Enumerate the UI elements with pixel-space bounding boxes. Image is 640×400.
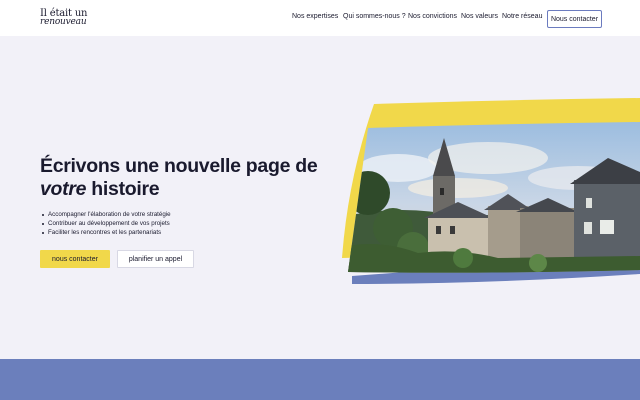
nav-item-expertises[interactable]: Nos expertises (292, 13, 343, 20)
nav-item-valeurs[interactable]: Nos valeurs (461, 13, 502, 20)
header-contact-button[interactable]: Nous contacter (547, 10, 602, 28)
nav-item-qui-sommes-nous[interactable]: Qui sommes-nous ? (343, 13, 408, 20)
main-nav: Nos expertises Qui sommes-nous ? Nos con… (292, 13, 544, 22)
nous-contacter-button[interactable]: nous contacter (40, 250, 110, 268)
hero-title-emphasis: votre (40, 178, 87, 200)
bullet-item: Accompagner l'élaboration de votre strat… (42, 210, 171, 219)
hero-title: Écrivons une nouvelle page de votre hist… (40, 155, 340, 201)
nav-item-convictions-label: Nos convictions (408, 13, 458, 20)
bullet-item: Contribuer au développement de vos proje… (42, 219, 171, 228)
site-logo[interactable]: Il était un renouveau (40, 9, 100, 27)
nav-item-reseau[interactable]: Notre réseau (502, 13, 544, 20)
hero-title-rest: histoire (86, 178, 160, 200)
hero-bullet-list: Accompagner l'élaboration de votre strat… (42, 210, 171, 237)
logo-line-2: renouveau (40, 17, 87, 27)
footer-band (0, 359, 640, 400)
nav-item-convictions[interactable]: Nos convictions (408, 13, 461, 22)
planifier-appel-button[interactable]: planifier un appel (117, 250, 194, 268)
hero-village-image (342, 98, 640, 284)
bullet-item: Faciliter les rencontres et les partenar… (42, 228, 171, 237)
hero-title-line-1: Écrivons une nouvelle page de (40, 155, 318, 177)
site-header: Il était un renouveau Nos expertises Qui… (0, 0, 640, 36)
